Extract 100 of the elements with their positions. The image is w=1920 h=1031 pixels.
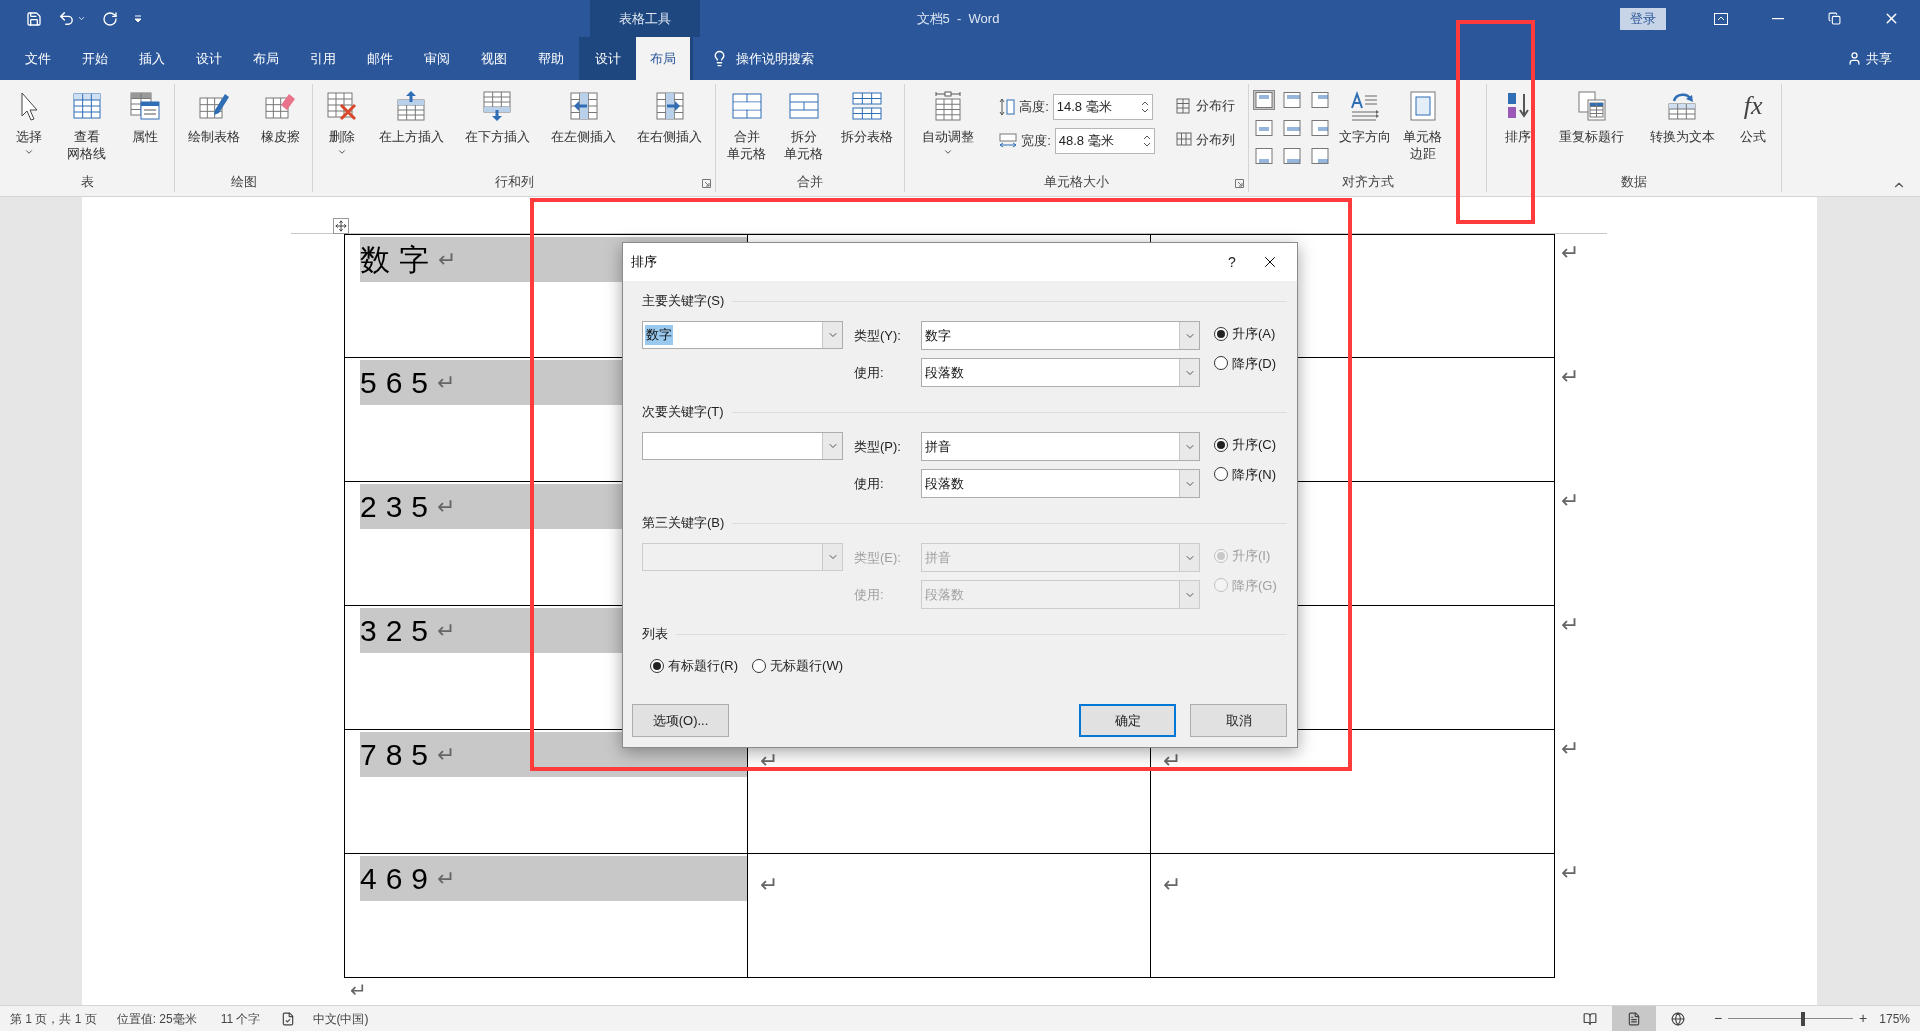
split-table-icon xyxy=(851,90,883,122)
paragraph-mark: ↵ xyxy=(760,872,778,897)
group-label: 对齐方式 xyxy=(1341,173,1394,191)
ribbon-button[interactable]: 自动调整 xyxy=(917,84,978,172)
ribbon-tab[interactable]: 插入 xyxy=(123,37,180,80)
ribbon-button[interactable]: 在上方插入 xyxy=(374,84,448,172)
radio-button[interactable]: 降序(N) xyxy=(1214,464,1277,484)
ribbon-tab[interactable]: 设计 xyxy=(180,37,237,80)
dialog-button[interactable]: 确定 xyxy=(1079,704,1176,737)
cell-text: 325 xyxy=(360,615,438,646)
table-move-handle[interactable] xyxy=(333,218,349,234)
tell-me-search[interactable]: 操作说明搜索 xyxy=(736,48,814,69)
ribbon-button[interactable]: 重复标题行 xyxy=(1555,84,1629,172)
ribbon-tab[interactable]: 审阅 xyxy=(408,37,465,80)
dialog-button[interactable]: 取消 xyxy=(1190,704,1287,737)
spin-field[interactable]: 48.8 毫米 xyxy=(1054,128,1155,154)
ribbon-tab[interactable]: 邮件 xyxy=(351,37,408,80)
zoom-slider[interactable] xyxy=(1728,1011,1854,1026)
text-direction-icon xyxy=(1349,90,1381,122)
alignment-icon xyxy=(1255,148,1273,164)
ribbon-button[interactable]: 合并 单元格 xyxy=(723,84,770,172)
proofing-icon[interactable] xyxy=(280,1011,295,1026)
merge-cells-icon xyxy=(730,90,763,122)
paragraph-mark: ↵ xyxy=(350,980,368,1000)
using-dropdown[interactable]: 段落数 xyxy=(921,469,1200,498)
slider-thumb[interactable] xyxy=(1801,1011,1806,1026)
ribbon-tab[interactable]: 开始 xyxy=(66,37,123,80)
ribbon-tab[interactable]: 设计 xyxy=(579,37,636,80)
ribbon-button[interactable]: 在下方插入 xyxy=(460,84,534,172)
ribbon-button[interactable]: 查看 网格线 xyxy=(63,84,111,172)
spin-field[interactable]: 14.8 毫米 xyxy=(1052,94,1153,120)
ribbon-tab[interactable]: 布局 xyxy=(636,37,693,80)
ribbon-button[interactable]: 分布列 xyxy=(1176,129,1236,149)
group-label: 合并 xyxy=(797,173,823,191)
align-button[interactable] xyxy=(1309,90,1331,110)
dialog-button[interactable]: 选项(O)... xyxy=(632,704,729,737)
ribbon-button[interactable]: 排序 xyxy=(1497,84,1538,172)
ribbon-tab[interactable]: 布局 xyxy=(237,37,294,80)
align-button[interactable] xyxy=(1253,118,1275,138)
paragraph-mark: ↵ xyxy=(437,371,456,394)
radio-button[interactable]: 升序(A) xyxy=(1214,324,1277,344)
convert-table-icon xyxy=(1666,90,1699,122)
caret-icon[interactable] xyxy=(77,14,86,23)
customize-icon[interactable] xyxy=(134,14,142,23)
using-dropdown[interactable]: 段落数 xyxy=(921,358,1200,387)
ribbon-button[interactable]: 选择 xyxy=(9,84,50,172)
table-arrow-down-icon xyxy=(481,90,514,122)
paragraph-mark: ↵ xyxy=(437,743,456,766)
ribbon-button[interactable]: 单元格 边距 xyxy=(1399,84,1446,172)
type-dropdown[interactable]: 数字 xyxy=(921,321,1200,350)
help-button[interactable]: ? xyxy=(1217,251,1247,273)
align-button[interactable] xyxy=(1281,146,1303,166)
share-button[interactable]: 共享 xyxy=(1847,37,1920,80)
align-button[interactable] xyxy=(1309,146,1331,166)
field-label: 类型(E): xyxy=(854,548,902,567)
ribbon-button[interactable]: 绘制表格 xyxy=(183,84,244,172)
group-label: 绘图 xyxy=(230,173,257,191)
ribbon-button[interactable]: 文字方向 xyxy=(1335,84,1395,172)
book-icon xyxy=(1582,1011,1597,1026)
radio-button[interactable]: 升序(C) xyxy=(1214,435,1277,455)
sort-key-dropdown[interactable]: 数字 xyxy=(642,321,843,349)
type-dropdown[interactable]: 拼音 xyxy=(921,432,1200,461)
align-button[interactable] xyxy=(1309,118,1331,138)
ribbon-button[interactable]: 属性 xyxy=(124,84,165,172)
align-button[interactable] xyxy=(1281,118,1303,138)
ribbon-tab[interactable]: 引用 xyxy=(294,37,351,80)
page-icon xyxy=(1626,1011,1641,1026)
ribbon-tab[interactable]: 文件 xyxy=(9,37,66,80)
ribbon-button[interactable]: 删除 xyxy=(321,84,362,172)
ribbon-button[interactable]: 分布行 xyxy=(1176,96,1236,116)
radio-button[interactable]: 有标题行(R) xyxy=(650,656,739,676)
alignment-icon xyxy=(1311,92,1329,108)
row-end-mark: ↵ xyxy=(1561,490,1579,512)
row-end-mark: ↵ xyxy=(1561,242,1579,264)
save-icon[interactable] xyxy=(26,10,42,27)
ribbon-button[interactable]: 拆分表格 xyxy=(837,84,897,172)
sign-in-button[interactable]: 登录 xyxy=(1620,7,1666,30)
cell-text: 235 xyxy=(360,491,438,522)
ribbon-button[interactable]: 在左侧插入 xyxy=(547,84,621,172)
zoom-level: 175% xyxy=(1879,1010,1910,1028)
radio-button[interactable]: 无标题行(W) xyxy=(752,656,843,676)
align-button[interactable] xyxy=(1253,90,1275,110)
view-button[interactable] xyxy=(1611,1006,1656,1031)
dialog-launcher-icon[interactable] xyxy=(702,179,711,188)
ribbon-button[interactable]: 橡皮擦 xyxy=(256,84,304,172)
undo-icon[interactable] xyxy=(58,10,75,27)
ribbon-tab[interactable]: 帮助 xyxy=(522,37,579,80)
dialog-launcher-icon[interactable] xyxy=(1235,179,1244,188)
align-button[interactable] xyxy=(1281,90,1303,110)
zoom-out-button[interactable]: − xyxy=(1713,1008,1723,1029)
ribbon-button[interactable]: fx 公式 xyxy=(1736,84,1771,172)
zoom-in-button[interactable]: + xyxy=(1859,1008,1868,1029)
paragraph-mark: ↵ xyxy=(437,619,456,642)
ribbon-button[interactable]: 在右侧插入 xyxy=(633,84,707,172)
ribbon-button[interactable]: 转换为文本 xyxy=(1645,84,1719,172)
radio-button[interactable]: 降序(D) xyxy=(1214,353,1277,373)
ribbon-tab[interactable]: 视图 xyxy=(465,37,522,80)
ribbon-button[interactable]: 拆分 单元格 xyxy=(780,84,827,172)
redo-icon[interactable] xyxy=(102,10,118,27)
align-button[interactable] xyxy=(1253,146,1275,166)
